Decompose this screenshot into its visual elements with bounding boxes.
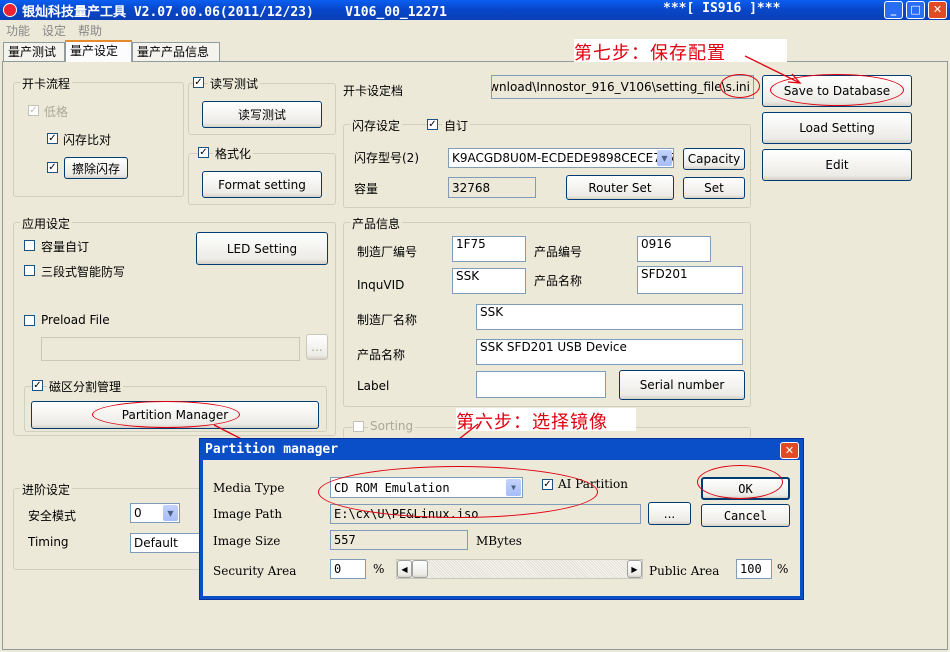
area-slider[interactable]: ◀ ▶ <box>396 559 643 579</box>
media-type-value: CD ROM Emulation <box>334 480 450 495</box>
security-area-input[interactable]: 0 <box>330 559 366 579</box>
slider-thumb[interactable] <box>412 560 428 578</box>
dialog-body: Media Type CD ROM Emulation ▼ ✓ AI Parti… <box>203 460 800 596</box>
slider-right-arrow-icon[interactable]: ▶ <box>627 560 642 578</box>
ai-partition-checkbox[interactable]: ✓ <box>542 479 553 490</box>
image-path-label: Image Path <box>213 507 283 521</box>
chevron-down-icon[interactable]: ▼ <box>506 479 521 496</box>
ai-partition-label: AI Partition <box>558 477 628 491</box>
slider-left-arrow-icon[interactable]: ◀ <box>397 560 412 578</box>
partition-manager-dialog: Partition manager ✕ Media Type CD ROM Em… <box>199 438 804 600</box>
media-type-label: Media Type <box>213 481 285 495</box>
image-path-input[interactable]: E:\cx\U\PE&Linux.iso <box>330 504 641 524</box>
public-area-label: Public Area <box>649 564 720 578</box>
cancel-button[interactable]: Cancel <box>701 504 790 527</box>
public-percent-label: % <box>777 562 789 576</box>
security-area-label: Security Area <box>213 564 297 578</box>
mbytes-label: MBytes <box>476 534 522 548</box>
image-size-label: Image Size <box>213 534 281 548</box>
dialog-title: Partition manager <box>205 442 339 457</box>
media-type-select[interactable]: CD ROM Emulation ▼ <box>330 477 523 498</box>
ok-button[interactable]: OK <box>701 477 790 500</box>
public-area-input[interactable]: 100 <box>736 559 772 579</box>
security-percent-label: % <box>373 562 385 576</box>
step7-arrow <box>744 55 801 84</box>
image-size-value: 557 <box>330 530 468 550</box>
dialog-close-button[interactable]: ✕ <box>780 442 799 459</box>
image-browse-button[interactable]: ... <box>648 502 691 525</box>
